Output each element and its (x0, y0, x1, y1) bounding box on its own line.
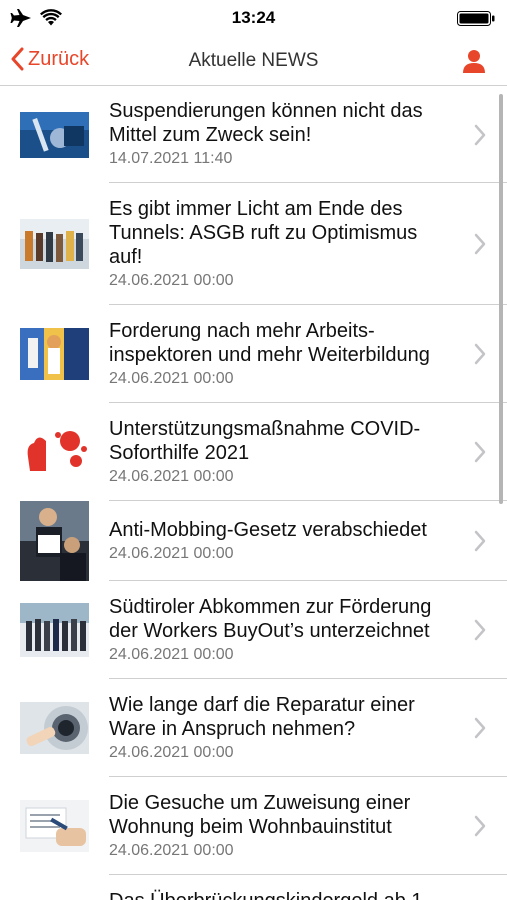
status-time: 13:24 (231, 8, 276, 27)
news-date: 24.06.2021 00:00 (109, 646, 234, 663)
news-title: Das Überbrückungskindergeld ab 1 (109, 889, 464, 900)
news-title-line: Soforthilfe 2021 (109, 442, 250, 464)
news-title-line: Tunnels: ASGB ruft zu Optimismus (109, 222, 418, 244)
news-thumbnail (20, 427, 89, 477)
news-title: Suspendierungen können nicht das Mittel z… (109, 99, 464, 147)
navigation-bar: Zurück Aktuelle NEWS (0, 36, 507, 86)
news-title-line: Südtiroler Abkommen zur Förderung (109, 596, 432, 618)
news-title-line: Die Gesuche um Zuweisung einer (109, 792, 411, 814)
news-title-line: Wohnung beim Wohnbauinstitut (109, 816, 392, 838)
news-title-line: Wie lange darf die Reparatur einer (109, 694, 415, 716)
news-date: 24.06.2021 00:00 (109, 545, 234, 562)
news-title-line: Es gibt immer Licht am Ende des (109, 198, 403, 220)
news-text: Südtiroler Abkommen zur Förderung der Wor… (109, 595, 464, 666)
news-thumbnail (20, 328, 89, 380)
chevron-right-icon (474, 124, 486, 146)
news-text: Wie lange darf die Reparatur einer Ware i… (109, 693, 464, 764)
news-date: 24.06.2021 00:00 (109, 744, 234, 761)
page-title: Aktuelle NEWS (188, 50, 319, 71)
status-bar: 13:24 (0, 0, 507, 36)
news-date: 24.06.2021 00:00 (109, 370, 234, 387)
battery-icon (457, 11, 495, 26)
news-list-item[interactable]: Suspendierungen können nicht das Mittel z… (0, 86, 507, 183)
news-title-line: der Workers BuyOut’s unterzeichnet (109, 620, 430, 642)
news-thumbnail (20, 219, 89, 269)
news-list-item[interactable]: Die Gesuche um Zuweisung einer Wohnung be… (0, 777, 507, 875)
news-title-line: inspektoren und mehr Weiterbildung (109, 344, 430, 366)
news-list-item[interactable]: Südtiroler Abkommen zur Förderung der Wor… (0, 581, 507, 679)
chevron-right-icon (474, 233, 486, 255)
news-title-line: Anti-Mobbing-Gesetz verabschiedet (109, 519, 427, 541)
news-text: Anti-Mobbing-Gesetz verabschiedet 24.06.2… (109, 518, 464, 565)
news-date: 24.06.2021 00:00 (109, 468, 234, 485)
scrollbar[interactable] (499, 94, 503, 504)
chevron-right-icon (474, 530, 486, 552)
news-list-item[interactable]: Das Überbrückungskindergeld ab 1 (0, 875, 507, 900)
chevron-right-icon (474, 815, 486, 837)
news-title: Wie lange darf die Reparatur einer Ware i… (109, 693, 464, 741)
news-list-item[interactable]: Wie lange darf die Reparatur einer Ware i… (0, 679, 507, 777)
news-date: 14.07.2021 11:40 (109, 150, 233, 167)
chevron-right-icon (474, 343, 486, 365)
news-text: Die Gesuche um Zuweisung einer Wohnung be… (109, 791, 464, 862)
news-thumbnail (20, 702, 89, 754)
news-thumbnail (20, 501, 89, 581)
news-date: 24.06.2021 00:00 (109, 272, 234, 289)
news-thumbnail (20, 112, 89, 158)
news-list-item[interactable]: Forderung nach mehr Arbeits-inspektoren … (0, 305, 507, 403)
news-title-line: Unterstützungsmaßnahme COVID- (109, 418, 421, 440)
news-title-line: Mittel zum Zweck sein! (109, 124, 312, 146)
news-title-line: auf! (109, 246, 143, 268)
news-title-line: Forderung nach mehr Arbeits- (109, 320, 375, 342)
news-title-line: Das Überbrückungskindergeld ab 1 (109, 889, 464, 900)
news-title: Anti-Mobbing-Gesetz verabschiedet (109, 518, 464, 542)
news-thumbnail (20, 800, 89, 852)
news-title-line: Suspendierungen können nicht das (109, 100, 423, 122)
news-thumbnail (20, 603, 89, 657)
chevron-right-icon (474, 619, 486, 641)
news-list-item[interactable]: Unterstützungsmaßnahme COVID- Soforthilfe… (0, 403, 507, 501)
news-text: Forderung nach mehr Arbeits-inspektoren … (109, 319, 464, 390)
news-title: Südtiroler Abkommen zur Förderung der Wor… (109, 595, 464, 643)
news-title: Forderung nach mehr Arbeits-inspektoren … (109, 319, 464, 367)
news-list: Suspendierungen können nicht das Mittel z… (0, 86, 507, 900)
news-title-line: Ware in Anspruch nehmen? (109, 718, 356, 740)
news-title: Unterstützungsmaßnahme COVID- Soforthilfe… (109, 417, 464, 465)
news-text: Es gibt immer Licht am Ende des Tunnels: … (109, 197, 464, 292)
news-text: Suspendierungen können nicht das Mittel z… (109, 99, 464, 170)
news-title: Es gibt immer Licht am Ende des Tunnels: … (109, 197, 464, 269)
news-text: Das Überbrückungskindergeld ab 1 (109, 889, 464, 900)
news-date: 24.06.2021 00:00 (109, 842, 234, 859)
news-list-item[interactable]: Es gibt immer Licht am Ende des Tunnels: … (0, 183, 507, 305)
chevron-right-icon (474, 441, 486, 463)
news-title: Die Gesuche um Zuweisung einer Wohnung be… (109, 791, 464, 839)
news-text: Unterstützungsmaßnahme COVID- Soforthilfe… (109, 417, 464, 488)
chevron-right-icon (474, 717, 486, 739)
user-profile-icon[interactable] (461, 48, 487, 74)
news-list-item[interactable]: Anti-Mobbing-Gesetz verabschiedet 24.06.2… (0, 501, 507, 581)
